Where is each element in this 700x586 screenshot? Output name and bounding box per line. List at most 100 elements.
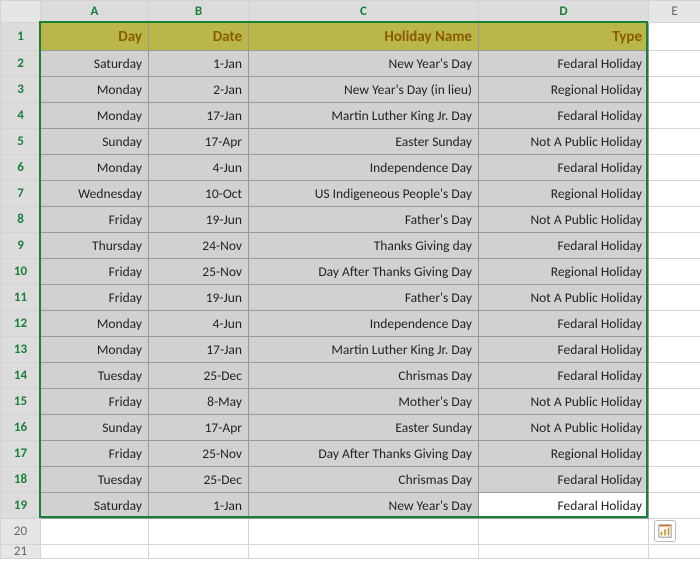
cell-A2[interactable]: Saturday [41,51,149,77]
cell-D13[interactable]: Fedaral Holiday [479,337,649,363]
cell-E4[interactable] [649,103,700,129]
cell-B16[interactable]: 17-Apr [149,415,249,441]
cell-D4[interactable]: Fedaral Holiday [479,103,649,129]
cell-D6[interactable]: Fedaral Holiday [479,155,649,181]
cell-B9[interactable]: 24-Nov [149,233,249,259]
row-header-1[interactable]: 1 [1,23,41,51]
cell-D7[interactable]: Regional Holiday [479,181,649,207]
cell-D8[interactable]: Not A Public Holiday [479,207,649,233]
header-cell-A[interactable]: Day [41,23,149,51]
cell-C4[interactable]: Martin Luther King Jr. Day [249,103,479,129]
cell-B14[interactable]: 25-Dec [149,363,249,389]
cell-C20[interactable] [249,519,479,545]
cell-B18[interactable]: 25-Dec [149,467,249,493]
select-all-corner[interactable] [1,1,41,23]
cell-A8[interactable]: Friday [41,207,149,233]
quick-analysis-button[interactable] [654,520,676,542]
cell-C12[interactable]: Independence Day [249,311,479,337]
column-header-D[interactable]: D [479,1,649,23]
cell-A5[interactable]: Sunday [41,129,149,155]
cell-A9[interactable]: Thursday [41,233,149,259]
cell-B13[interactable]: 17-Jan [149,337,249,363]
cell-A15[interactable]: Friday [41,389,149,415]
row-header-5[interactable]: 5 [1,129,41,155]
cell-D10[interactable]: Regional Holiday [479,259,649,285]
cell-D15[interactable]: Not A Public Holiday [479,389,649,415]
cell-A19[interactable]: Saturday [41,493,149,519]
cell-A7[interactable]: Wednesday [41,181,149,207]
row-header-6[interactable]: 6 [1,155,41,181]
cell-E11[interactable] [649,285,700,311]
cell-B6[interactable]: 4-Jun [149,155,249,181]
column-header-C[interactable]: C [249,1,479,23]
row-header-7[interactable]: 7 [1,181,41,207]
header-cell-B[interactable]: Date [149,23,249,51]
cell-A21[interactable] [41,545,149,559]
row-header-13[interactable]: 13 [1,337,41,363]
row-header-19[interactable]: 19 [1,493,41,519]
row-header-4[interactable]: 4 [1,103,41,129]
column-header-B[interactable]: B [149,1,249,23]
cell-E10[interactable] [649,259,700,285]
cell-E15[interactable] [649,389,700,415]
cell-C13[interactable]: Martin Luther King Jr. Day [249,337,479,363]
cell-B5[interactable]: 17-Apr [149,129,249,155]
row-header-15[interactable]: 15 [1,389,41,415]
cell-E21[interactable] [649,545,700,559]
cell-A12[interactable]: Monday [41,311,149,337]
cell-D12[interactable]: Fedaral Holiday [479,311,649,337]
row-header-17[interactable]: 17 [1,441,41,467]
cell-B10[interactable]: 25-Nov [149,259,249,285]
cell-A13[interactable]: Monday [41,337,149,363]
row-header-10[interactable]: 10 [1,259,41,285]
row-header-21[interactable]: 21 [1,545,41,559]
cell-C14[interactable]: Chrismas Day [249,363,479,389]
cell-E18[interactable] [649,467,700,493]
cell-B20[interactable] [149,519,249,545]
row-header-9[interactable]: 9 [1,233,41,259]
cell-D19[interactable]: Fedaral Holiday [479,493,649,519]
row-header-16[interactable]: 16 [1,415,41,441]
cell-B2[interactable]: 1-Jan [149,51,249,77]
column-header-E[interactable]: E [649,1,700,23]
header-cell-C[interactable]: Holiday Name [249,23,479,51]
cell-A14[interactable]: Tuesday [41,363,149,389]
cell-C7[interactable]: US Indigeneous People's Day [249,181,479,207]
cell-B3[interactable]: 2-Jan [149,77,249,103]
cell-E8[interactable] [649,207,700,233]
cell-C19[interactable]: New Year's Day [249,493,479,519]
cell-D14[interactable]: Fedaral Holiday [479,363,649,389]
cell-B19[interactable]: 1-Jan [149,493,249,519]
cell-B17[interactable]: 25-Nov [149,441,249,467]
cell-A17[interactable]: Friday [41,441,149,467]
cell-D16[interactable]: Not A Public Holiday [479,415,649,441]
cell-C3[interactable]: New Year's Day (in lieu) [249,77,479,103]
cell-A6[interactable]: Monday [41,155,149,181]
cell-C11[interactable]: Father's Day [249,285,479,311]
cell-E6[interactable] [649,155,700,181]
cell-E2[interactable] [649,51,700,77]
cell-B4[interactable]: 17-Jan [149,103,249,129]
cell-D3[interactable]: Regional Holiday [479,77,649,103]
column-header-A[interactable]: A [41,1,149,23]
cell-C15[interactable]: Mother's Day [249,389,479,415]
cell-E7[interactable] [649,181,700,207]
cell-A20[interactable] [41,519,149,545]
cell-C9[interactable]: Thanks Giving day [249,233,479,259]
header-cell-D[interactable]: Type [479,23,649,51]
cell-D11[interactable]: Not A Public Holiday [479,285,649,311]
cell-C16[interactable]: Easter Sunday [249,415,479,441]
row-header-18[interactable]: 18 [1,467,41,493]
cell-E19[interactable] [649,493,700,519]
cell-D5[interactable]: Not A Public Holiday [479,129,649,155]
cell-A18[interactable]: Tuesday [41,467,149,493]
cell-B15[interactable]: 8-May [149,389,249,415]
row-header-20[interactable]: 20 [1,519,41,545]
row-header-12[interactable]: 12 [1,311,41,337]
cell-A3[interactable]: Monday [41,77,149,103]
cell-E5[interactable] [649,129,700,155]
cell-B11[interactable]: 19-Jun [149,285,249,311]
cell-C17[interactable]: Day After Thanks Giving Day [249,441,479,467]
cell-D21[interactable] [479,545,649,559]
cell-D20[interactable] [479,519,649,545]
